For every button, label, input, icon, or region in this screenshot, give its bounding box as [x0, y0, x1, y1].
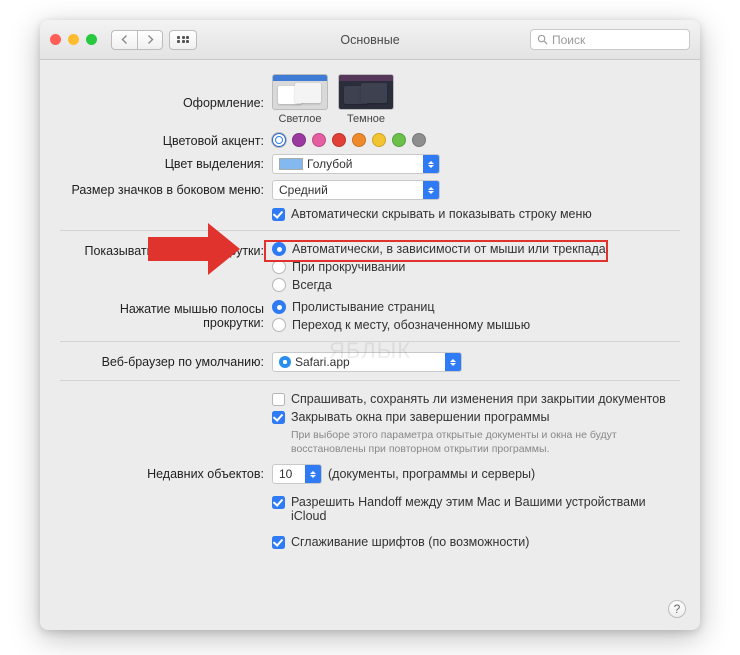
search-input[interactable]: Поиск [530, 29, 690, 50]
checkbox-icon [272, 208, 285, 221]
sidebar-icon-select[interactable]: Средний [272, 180, 440, 200]
color-chip-icon [279, 158, 303, 170]
accent-color-1[interactable] [292, 133, 306, 147]
chevron-updown-icon [423, 181, 439, 199]
highlight-label: Цвет выделения: [60, 154, 272, 171]
highlight-select[interactable]: Голубой [272, 154, 440, 174]
checkbox-icon [272, 411, 285, 424]
scrollclick-radio-1[interactable]: Переход к месту, обозначенному мышью [272, 317, 680, 333]
close-windows-checkbox[interactable]: Закрывать окна при завершении программы [272, 409, 680, 425]
nav-buttons [111, 30, 163, 50]
font-smoothing-checkbox[interactable]: Сглаживание шрифтов (по возможности) [272, 534, 680, 550]
forward-button[interactable] [137, 30, 163, 50]
radio-icon [272, 242, 286, 256]
radio-icon [272, 318, 286, 332]
help-button[interactable]: ? [668, 600, 686, 618]
chevron-updown-icon [423, 155, 439, 173]
radio-icon [272, 260, 286, 274]
browser-label: Веб-браузер по умолчанию: [60, 352, 272, 369]
radio-icon [272, 300, 286, 314]
back-button[interactable] [111, 30, 137, 50]
titlebar: Основные Поиск [40, 20, 700, 60]
autohide-menubar-checkbox[interactable]: Автоматически скрывать и показывать стро… [272, 206, 680, 222]
appearance-label: Оформление: [60, 74, 272, 110]
accent-color-2[interactable] [312, 133, 326, 147]
accent-color-7[interactable] [412, 133, 426, 147]
recent-suffix: (документы, программы и серверы) [328, 467, 535, 481]
safari-icon [279, 356, 291, 368]
close-icon[interactable] [50, 34, 61, 45]
sidebar-icon-label: Размер значков в боковом меню: [60, 180, 272, 197]
recent-select[interactable]: 10 [272, 464, 322, 484]
ask-save-checkbox[interactable]: Спрашивать, сохранять ли изменения при з… [272, 391, 680, 407]
search-placeholder: Поиск [552, 33, 585, 47]
grid-icon [177, 36, 189, 44]
traffic-lights [50, 34, 97, 45]
chevron-right-icon [147, 35, 154, 44]
appearance-dark[interactable]: Темное [338, 74, 394, 125]
checkbox-icon [272, 393, 285, 406]
checkbox-icon [272, 496, 285, 509]
close-windows-sub: При выборе этого параметра открытые доку… [291, 429, 680, 456]
divider [60, 341, 680, 342]
appearance-light[interactable]: Светлое [272, 74, 328, 125]
accent-color-4[interactable] [352, 133, 366, 147]
scrollclick-radio-0[interactable]: Пролистывание страниц [272, 299, 680, 315]
content: Оформление: Светлое Темное [40, 60, 700, 566]
preferences-window: Основные Поиск Оформление: Светлое [40, 20, 700, 630]
browser-select[interactable]: Safari.app [272, 352, 462, 372]
chevron-updown-icon [445, 353, 461, 371]
divider [60, 380, 680, 381]
handoff-checkbox[interactable]: Разрешить Handoff между этим Mac и Вашим… [272, 494, 680, 524]
scrollbars-radio-2[interactable]: Всегда [272, 277, 680, 293]
scroll-click-label: Нажатие мышью полосы прокрутки: [60, 299, 272, 330]
chevron-updown-icon [305, 465, 321, 483]
accent-colors [272, 131, 680, 147]
accent-label: Цветовой акцент: [60, 131, 272, 148]
minimize-icon[interactable] [68, 34, 79, 45]
radio-icon [272, 278, 286, 292]
show-all-button[interactable] [169, 30, 197, 50]
accent-color-6[interactable] [392, 133, 406, 147]
recent-label: Недавних объектов: [60, 464, 272, 481]
annotation-arrow-icon [148, 223, 240, 275]
scrollbars-radio-0[interactable]: Автоматически, в зависимости от мыши или… [272, 241, 680, 257]
accent-color-5[interactable] [372, 133, 386, 147]
checkbox-icon [272, 536, 285, 549]
zoom-icon[interactable] [86, 34, 97, 45]
accent-color-0[interactable] [272, 133, 286, 147]
scrollbars-radio-1[interactable]: При прокручивании [272, 259, 680, 275]
search-icon [537, 34, 548, 45]
accent-color-3[interactable] [332, 133, 346, 147]
chevron-left-icon [121, 35, 128, 44]
